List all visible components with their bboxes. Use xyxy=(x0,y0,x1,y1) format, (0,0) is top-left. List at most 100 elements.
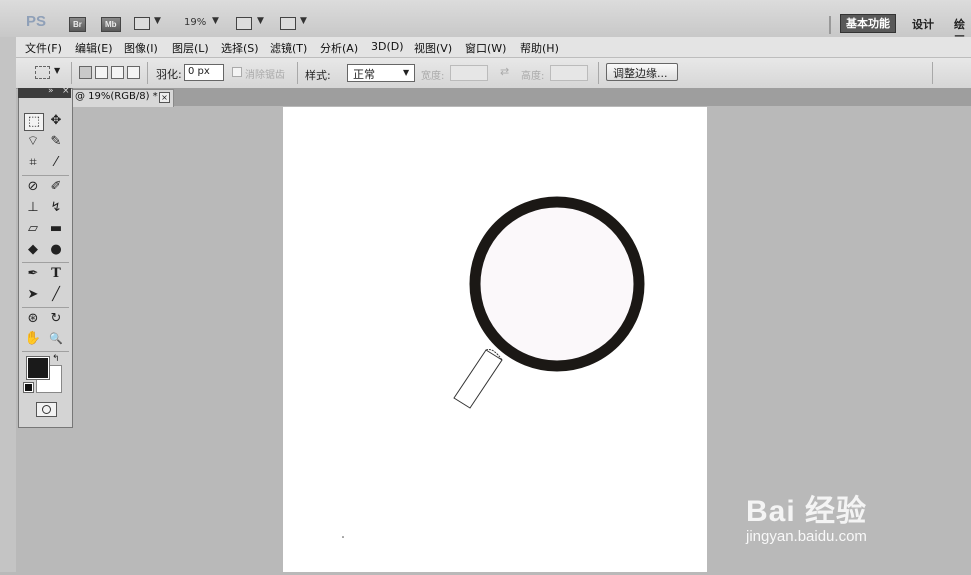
options-bar: ▼ 羽化: 0 px 消除锯齿 样式: 正常 ▼ 宽度: ⇄ 高度: 调整边缘.… xyxy=(16,58,971,89)
workspace-essentials[interactable]: 基本功能 xyxy=(840,14,896,33)
separator xyxy=(22,175,69,176)
menu-analysis[interactable]: 分析(A) xyxy=(320,40,358,56)
spot-healing-tool[interactable]: ⊘ xyxy=(24,179,42,195)
collapse-icon[interactable]: » xyxy=(48,86,54,96)
chevron-down-icon[interactable]: ▼ xyxy=(154,16,161,26)
feather-label: 羽化: xyxy=(156,68,182,81)
crop-tool[interactable]: ⌗ xyxy=(24,155,42,171)
zoom-tool[interactable]: 🔍 xyxy=(47,331,65,347)
new-selection-icon[interactable] xyxy=(79,66,92,79)
feather-value: 0 px xyxy=(188,66,210,77)
separator xyxy=(71,62,72,84)
gradient-tool[interactable]: ▬ xyxy=(47,221,65,237)
separator xyxy=(22,262,69,263)
dodge-tool[interactable]: ● xyxy=(47,242,65,258)
type-tool[interactable]: T xyxy=(47,266,65,282)
eyedropper-tool[interactable]: ⁄ xyxy=(47,155,65,171)
intersect-selection-icon[interactable] xyxy=(127,66,140,79)
menu-file[interactable]: 文件(F) xyxy=(25,40,62,56)
drop-icon: ◆ xyxy=(28,242,38,257)
screen-mode-icon[interactable] xyxy=(280,17,296,30)
brush-tool[interactable]: ✐ xyxy=(47,179,65,195)
stamp-icon: ⊥ xyxy=(27,200,39,215)
marquee-preset-icon[interactable] xyxy=(35,66,50,79)
style-select[interactable]: 正常 ▼ xyxy=(347,64,415,82)
workspace-design[interactable]: 设计 xyxy=(912,16,934,32)
brush-icon: ✐ xyxy=(50,179,62,194)
path-selection-tool[interactable]: ➤ xyxy=(24,287,42,303)
foreground-color-swatch[interactable] xyxy=(26,356,50,380)
bandage-icon: ⊘ xyxy=(27,179,39,194)
line-tool[interactable]: ╱ xyxy=(47,287,65,303)
subtract-selection-icon[interactable] xyxy=(111,66,124,79)
chevron-down-icon[interactable]: ▼ xyxy=(212,16,219,26)
canvas-dot xyxy=(342,536,344,538)
close-icon[interactable]: × xyxy=(62,86,70,96)
menu-3d[interactable]: 3D(D) xyxy=(371,40,404,53)
menu-help[interactable]: 帮助(H) xyxy=(520,40,559,56)
default-colors-icon[interactable] xyxy=(23,382,34,393)
height-input[interactable] xyxy=(550,65,588,81)
rectangular-marquee-tool[interactable]: ⬚ xyxy=(24,113,44,131)
menu-select[interactable]: 选择(S) xyxy=(221,40,259,56)
menu-view[interactable]: 视图(V) xyxy=(414,40,452,56)
3d-orbit-tool[interactable]: ↻ xyxy=(47,311,65,327)
quick-selection-icon: ✎ xyxy=(50,134,62,149)
move-icon: ✥ xyxy=(50,113,62,128)
photoshop-logo: PS xyxy=(26,13,47,30)
eraser-icon: ▱ xyxy=(28,221,38,236)
height-label: 高度: xyxy=(521,71,545,82)
view-extras-icon[interactable] xyxy=(134,17,150,30)
tools-panel-header: » × xyxy=(18,86,71,98)
crop-icon: ⌗ xyxy=(29,155,37,170)
antialias-checkbox[interactable] xyxy=(232,67,242,77)
hand-icon: ✋ xyxy=(24,331,42,346)
workspace-separator xyxy=(829,16,831,34)
left-gutter xyxy=(0,37,16,572)
style-value: 正常 xyxy=(353,68,375,81)
menu-image[interactable]: 图像(I) xyxy=(124,40,158,56)
3d-rotate-tool[interactable]: ⊛ xyxy=(24,311,42,327)
menu-window[interactable]: 窗口(W) xyxy=(465,40,506,56)
quick-selection-tool[interactable]: ✎ xyxy=(47,134,65,150)
arrange-documents-icon[interactable] xyxy=(236,17,252,30)
width-input[interactable] xyxy=(450,65,488,81)
swap-colors-icon[interactable]: ↰ xyxy=(52,354,60,364)
move-tool[interactable]: ✥ xyxy=(47,113,65,129)
refine-edge-button[interactable]: 调整边缘... xyxy=(606,63,678,81)
menu-filter[interactable]: 滤镜(T) xyxy=(270,40,307,56)
quick-mask-icon xyxy=(42,405,51,414)
clone-stamp-tool[interactable]: ⊥ xyxy=(24,200,42,216)
baidu-watermark-url: jingyan.baidu.com xyxy=(746,528,867,545)
separator xyxy=(22,307,69,308)
quick-mask-button[interactable] xyxy=(36,402,57,417)
orbit-icon: ↻ xyxy=(50,311,62,326)
menu-layer[interactable]: 图层(L) xyxy=(172,40,209,56)
chevron-down-icon[interactable]: ▼ xyxy=(300,16,307,26)
separator xyxy=(932,62,933,84)
feather-input[interactable]: 0 px xyxy=(184,64,224,81)
swap-icon[interactable]: ⇄ xyxy=(500,65,509,78)
blur-tool[interactable]: ◆ xyxy=(24,242,42,258)
menu-edit[interactable]: 编辑(E) xyxy=(75,40,113,56)
magnifier-icon: 🔍 xyxy=(49,332,63,345)
close-icon[interactable]: × xyxy=(159,92,170,103)
mini-bridge-button[interactable]: Mb xyxy=(101,17,121,32)
baidu-watermark: Bai 经验 xyxy=(746,495,868,528)
separator xyxy=(147,62,148,84)
document-canvas[interactable] xyxy=(283,107,707,572)
pen-tool[interactable]: ✒ xyxy=(24,266,42,282)
history-brush-tool[interactable]: ↯ xyxy=(47,200,65,216)
bridge-button[interactable]: Br xyxy=(69,17,86,32)
magnifier-handle xyxy=(453,349,503,409)
hand-tool[interactable]: ✋ xyxy=(24,331,42,347)
zoom-level[interactable]: 19% xyxy=(184,17,206,28)
document-tab-bar xyxy=(72,88,971,106)
line-icon: ╱ xyxy=(52,287,60,302)
eraser-tool[interactable]: ▱ xyxy=(24,221,42,237)
separator xyxy=(598,62,599,84)
lasso-tool[interactable]: ⌔ xyxy=(24,134,42,150)
chevron-down-icon[interactable]: ▼ xyxy=(54,66,60,75)
chevron-down-icon[interactable]: ▼ xyxy=(257,16,264,26)
add-to-selection-icon[interactable] xyxy=(95,66,108,79)
